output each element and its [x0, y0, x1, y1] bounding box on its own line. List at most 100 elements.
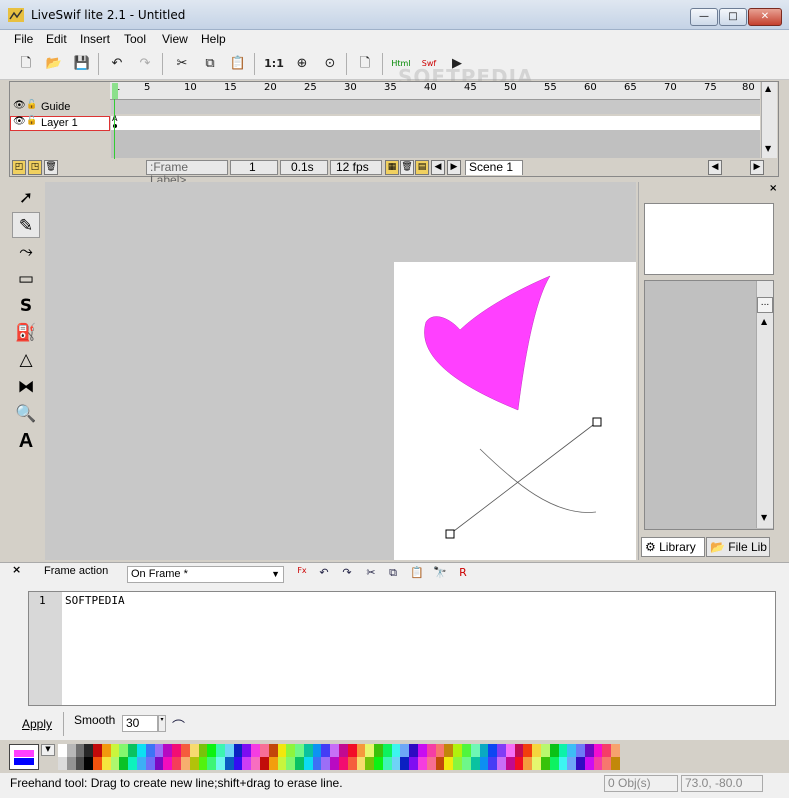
library-list[interactable]: [644, 280, 774, 530]
palette-swatch[interactable]: [268, 757, 278, 770]
palette-swatch[interactable]: [540, 744, 550, 757]
palette-swatch[interactable]: [611, 757, 620, 770]
menu-help[interactable]: Help: [201, 30, 226, 49]
freehand-tool-icon[interactable]: ✎: [12, 212, 40, 238]
scroll-right-icon[interactable]: ▶: [750, 160, 764, 175]
palette-swatch[interactable]: [356, 744, 366, 757]
palette-swatch[interactable]: [75, 744, 85, 757]
palette-swatch[interactable]: [479, 744, 489, 757]
palette-swatch[interactable]: [347, 744, 357, 757]
palette-swatch[interactable]: [453, 744, 462, 757]
save-icon[interactable]: 💾: [72, 54, 92, 74]
scroll-left-icon[interactable]: ◀: [708, 160, 722, 175]
stage-canvas[interactable]: [394, 262, 636, 560]
palette-swatch[interactable]: [145, 757, 155, 770]
palette-swatch[interactable]: [514, 757, 524, 770]
palette-swatch[interactable]: [558, 757, 568, 770]
palette-swatch[interactable]: [58, 744, 67, 757]
zoom-in-icon[interactable]: ⊕: [292, 54, 312, 74]
close-icon[interactable]: ×: [769, 183, 777, 194]
delete-layer-icon[interactable]: 🗑: [44, 160, 58, 175]
copy-icon[interactable]: ⧉: [200, 54, 220, 74]
layer-row-guide[interactable]: 👁 🔓 Guide: [10, 100, 110, 115]
palette-swatch[interactable]: [611, 744, 620, 757]
palette-swatch[interactable]: [532, 757, 541, 770]
palette-swatch[interactable]: [119, 744, 129, 757]
palette-swatch[interactable]: [75, 757, 85, 770]
palette-swatch[interactable]: [400, 757, 410, 770]
magenta-shape[interactable]: [424, 275, 551, 411]
palette-swatch[interactable]: [523, 757, 533, 770]
palette-swatch[interactable]: [470, 744, 480, 757]
palette-swatch[interactable]: [602, 744, 612, 757]
cut-icon[interactable]: ✂: [362, 566, 380, 582]
palette-swatch[interactable]: [242, 757, 252, 770]
palette-swatch[interactable]: [382, 757, 392, 770]
menu-file[interactable]: File: [14, 30, 33, 49]
lock-icon[interactable]: 🔓: [26, 100, 37, 110]
palette-swatch[interactable]: [172, 757, 181, 770]
palette-swatch[interactable]: [409, 744, 419, 757]
palette-swatch[interactable]: [330, 757, 339, 770]
palette-swatch[interactable]: [505, 744, 515, 757]
palette-swatch[interactable]: [163, 757, 173, 770]
palette-swatch[interactable]: [93, 757, 102, 770]
palette-swatch[interactable]: [119, 757, 129, 770]
palette-swatch[interactable]: [365, 744, 375, 757]
scroll-down-icon[interactable]: ▼: [765, 144, 771, 153]
palette-swatch[interactable]: [549, 744, 559, 757]
palette-swatch[interactable]: [180, 757, 190, 770]
minimize-button[interactable]: —: [690, 8, 718, 26]
palette-swatch[interactable]: [418, 744, 427, 757]
palette-swatch[interactable]: [128, 744, 138, 757]
palette-swatch[interactable]: [268, 744, 278, 757]
zoom-tool-icon[interactable]: 🔍: [12, 401, 40, 427]
smooth-curve-icon[interactable]: ⌒: [172, 716, 185, 735]
palette-swatch[interactable]: [426, 757, 436, 770]
tab-scene-1[interactable]: Scene 1: [465, 160, 523, 175]
palette-swatch[interactable]: [514, 744, 524, 757]
palette-swatch[interactable]: [303, 757, 313, 770]
palette-swatch[interactable]: [286, 744, 296, 757]
palette-swatch[interactable]: [189, 757, 199, 770]
new-file-icon[interactable]: 🗋: [16, 54, 36, 74]
palette-swatch[interactable]: [295, 757, 304, 770]
current-frame-field[interactable]: 1: [230, 160, 278, 175]
palette-swatch[interactable]: [488, 757, 498, 770]
palette-swatch[interactable]: [93, 744, 102, 757]
palette-swatch[interactable]: [356, 757, 366, 770]
palette-swatch[interactable]: [180, 744, 190, 757]
palette-swatch[interactable]: [540, 757, 550, 770]
palette-swatch[interactable]: [567, 744, 577, 757]
freehand-curve[interactable]: [479, 448, 597, 513]
selection-handle[interactable]: [445, 529, 455, 539]
actual-size-button[interactable]: 1:1: [262, 54, 286, 74]
palette-swatch[interactable]: [418, 757, 427, 770]
close-button[interactable]: ✕: [748, 8, 782, 26]
frames-row-guide[interactable]: [111, 100, 760, 114]
scene-icon[interactable]: ▤: [415, 160, 429, 175]
palette-swatch[interactable]: [576, 744, 585, 757]
palette-swatch[interactable]: [259, 744, 269, 757]
library-scrollbar[interactable]: ... ▲ ▼: [756, 281, 773, 528]
palette-swatch[interactable]: [497, 757, 506, 770]
palette-swatch[interactable]: [532, 744, 541, 757]
palette-swatch[interactable]: [435, 757, 445, 770]
layer-row-layer-1[interactable]: 👁 🔓 Layer 1: [10, 116, 110, 131]
scroll-up-icon[interactable]: ▲: [765, 84, 771, 93]
rectangle-tool-icon[interactable]: ▭: [12, 266, 40, 292]
palette-swatch[interactable]: [391, 744, 401, 757]
redo-icon[interactable]: ↷: [135, 54, 155, 74]
arrow-tool-icon[interactable]: ➚: [12, 185, 40, 211]
bezier-tool-icon[interactable]: ⤳: [12, 239, 40, 265]
scroll-down-icon[interactable]: ▼: [761, 513, 767, 522]
palette-swatch[interactable]: [374, 757, 383, 770]
tab-file-lib[interactable]: 📂 File Lib: [706, 537, 770, 557]
shape-tool-icon[interactable]: △: [12, 347, 40, 373]
palette-swatch[interactable]: [593, 757, 603, 770]
palette-swatch[interactable]: [224, 757, 234, 770]
replace-icon[interactable]: R: [454, 566, 472, 582]
palette-swatch[interactable]: [374, 744, 383, 757]
palette-swatch[interactable]: [137, 744, 146, 757]
palette-swatch[interactable]: [242, 744, 252, 757]
